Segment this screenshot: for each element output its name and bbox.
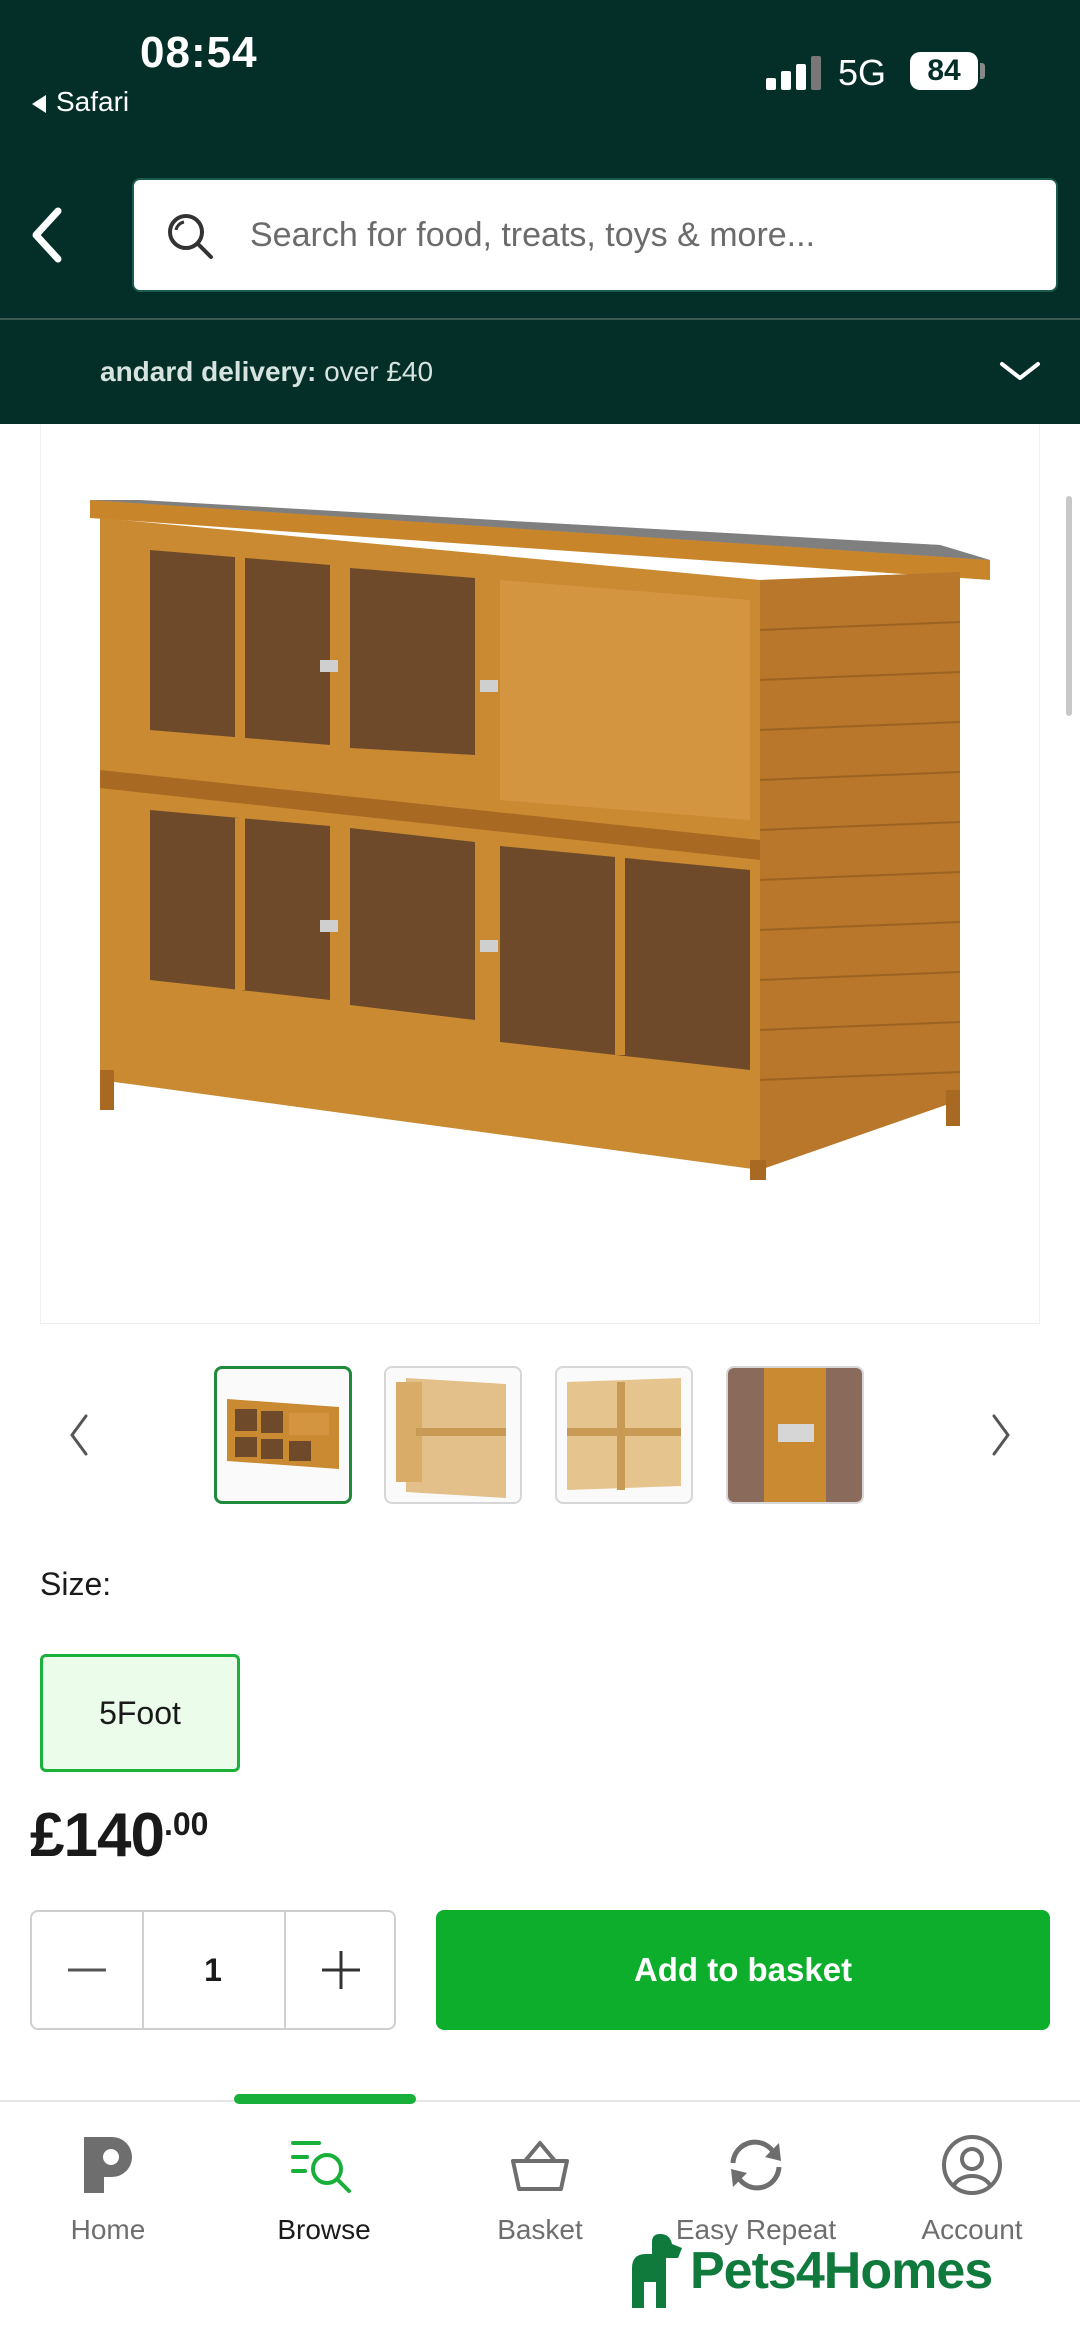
- battery-icon: 84: [910, 52, 978, 90]
- pets4homes-logo: Pets4Homes: [626, 2226, 993, 2316]
- delivery-label: andard delivery:: [100, 356, 317, 387]
- account-icon: [942, 2135, 1002, 2195]
- product-price: £140.00: [30, 1800, 208, 1871]
- network-type: 5G: [838, 52, 887, 93]
- size-option-5foot[interactable]: 5Foot: [40, 1654, 240, 1772]
- brand-dog-icon: [632, 2234, 682, 2308]
- minus-icon: [68, 1968, 106, 1972]
- search-placeholder: Search for food, treats, toys & more...: [250, 216, 816, 254]
- tab-browse[interactable]: Browse: [216, 2120, 432, 2246]
- tab-basket-label: Basket: [497, 2214, 583, 2245]
- signal-icon: [766, 56, 824, 90]
- add-to-basket-button[interactable]: Add to basket: [436, 1910, 1050, 2030]
- increment-button[interactable]: [284, 1912, 396, 2028]
- top-header: 08:54 Safari 5G 84 Search for food, trea…: [0, 0, 1080, 424]
- brand-name: Pets4Homes: [690, 2242, 993, 2300]
- plus-icon: [322, 1951, 360, 1989]
- thumbnail-hutch-open: [396, 1378, 506, 1498]
- tab-basket[interactable]: Basket: [432, 2120, 648, 2246]
- browse-search-icon: [291, 2141, 351, 2193]
- thumbnail-3[interactable]: [555, 1366, 693, 1504]
- thumbnail-4[interactable]: [726, 1366, 864, 1504]
- back-to-app[interactable]: Safari: [32, 86, 129, 118]
- scroll-indicator[interactable]: [1066, 496, 1072, 716]
- size-label: Size:: [40, 1566, 112, 1602]
- carousel-prev-icon[interactable]: [64, 1410, 94, 1460]
- battery-cap: [980, 63, 985, 79]
- carousel-next-icon[interactable]: [986, 1410, 1016, 1460]
- chevron-down-icon[interactable]: [998, 360, 1042, 384]
- product-hutch-image[interactable]: [80, 480, 1000, 1180]
- price-pence: .00: [163, 1806, 209, 1842]
- delivery-banner[interactable]: andard delivery: over £40: [100, 356, 433, 388]
- status-time: 08:54: [140, 28, 258, 77]
- quantity-value[interactable]: 1: [142, 1912, 284, 2028]
- chevron-left-icon[interactable]: [28, 205, 68, 265]
- thumbnail-hutch-front: [227, 1399, 339, 1469]
- thumbnail-hutch-interior: [567, 1378, 681, 1490]
- header-divider: [0, 318, 1080, 320]
- search-input[interactable]: Search for food, treats, toys & more...: [132, 178, 1058, 292]
- repeat-icon: [730, 2139, 782, 2191]
- tab-home-label: Home: [70, 2214, 146, 2245]
- decrement-button[interactable]: [32, 1912, 144, 2028]
- back-app-label: Safari: [56, 86, 130, 117]
- tab-browse-label: Browse: [277, 2214, 371, 2245]
- quantity-stepper: 1: [30, 1910, 396, 2030]
- active-tab-indicator: [234, 2094, 416, 2104]
- basket-icon: [511, 2141, 569, 2191]
- thumbnail-latch-closeup: [728, 1368, 862, 1502]
- thumbnail-2[interactable]: [384, 1366, 522, 1504]
- p-logo-icon: [84, 2137, 132, 2193]
- price-pounds: £140: [30, 1801, 165, 1870]
- tab-home[interactable]: Home: [0, 2120, 216, 2246]
- delivery-detail: over £40: [316, 356, 434, 387]
- search-icon: [168, 214, 213, 259]
- back-triangle-icon: [32, 94, 46, 113]
- thumbnail-1[interactable]: [214, 1366, 352, 1504]
